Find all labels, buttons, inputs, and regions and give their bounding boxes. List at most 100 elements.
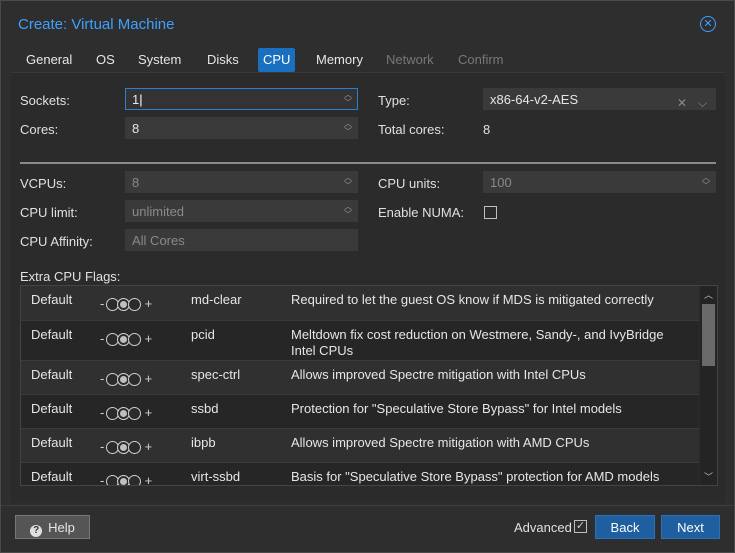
flag-description: Required to let the guest OS know if MDS… [291,292,654,307]
chevron-down-icon[interactable]: ⌵ [698,92,707,114]
next-button[interactable]: Next [661,515,720,539]
tab-general[interactable]: General [21,48,77,72]
cpu-units-spinner-icon[interactable]: ︿ ﹀ [701,174,711,190]
plus-label: + [144,371,153,386]
flag-state: Default [31,367,73,382]
on-radio-icon[interactable] [127,333,141,347]
on-radio-icon[interactable] [127,441,141,455]
close-icon[interactable]: ✕ [700,16,716,32]
cpu-units-value: 100 [490,175,512,190]
minus-label: - [100,296,105,311]
footer-divider [1,505,734,506]
flag-tristate[interactable]: - + [100,296,153,312]
table-row: Default - + virt-ssbd Basis for "Specula… [21,463,699,486]
on-radio-icon[interactable] [127,475,141,485]
table-row: Default - + pcid Meltdown fix cost reduc… [21,321,699,361]
cpu-flags-grid: Default - + md-clear Required to let the… [20,285,718,486]
cpu-affinity-label: CPU Affinity: [20,234,93,249]
tab-disks[interactable]: Disks [202,48,244,72]
minus-label: - [100,473,105,486]
scroll-down-icon[interactable]: ﹀ [704,470,713,483]
flag-state: Default [31,401,73,416]
flag-name: pcid [191,327,215,342]
flag-state: Default [31,469,73,484]
on-radio-icon[interactable] [127,298,141,312]
minus-label: - [100,371,105,386]
sockets-spinner-icon[interactable]: ︿ ﹀ [343,91,353,107]
table-row: Default - + spec-ctrl Allows improved Sp… [21,361,699,395]
vcpus-spinner-icon[interactable]: ︿ ﹀ [343,174,353,190]
cpu-limit-spinner-icon[interactable]: ︿ ﹀ [343,203,353,219]
help-label: Help [48,520,75,535]
numa-checkbox[interactable] [484,206,497,219]
cpu-type-select[interactable]: x86-64-v2-AES ✕ ⌵ [483,88,716,110]
numa-label: Enable NUMA: [378,205,464,220]
on-radio-icon[interactable] [127,373,141,387]
create-vm-dialog: Create: Virtual Machine ✕ General OS Sys… [0,0,735,553]
cores-spinner-icon[interactable]: ︿ ﹀ [343,120,353,136]
plus-label: + [144,473,153,486]
cores-label: Cores: [20,122,59,137]
flag-tristate[interactable]: - + [100,405,153,421]
back-button[interactable]: Back [595,515,655,539]
cpu-limit-input[interactable]: unlimited ︿ ﹀ [125,200,358,222]
cpu-affinity-input[interactable]: All Cores [125,229,358,251]
flag-tristate[interactable]: - + [100,473,153,486]
flag-description: Protection for "Speculative Store Bypass… [291,401,622,416]
tab-os[interactable]: OS [91,48,120,72]
cpu-affinity-placeholder: All Cores [132,233,185,248]
flag-description: Basis for "Speculative Store Bypass" pro… [291,469,660,484]
question-icon: ? [30,525,43,537]
cpu-units-input[interactable]: 100 ︿ ﹀ [483,171,716,193]
plus-label: + [144,331,153,346]
plus-label: + [144,296,153,311]
cpu-units-label: CPU units: [378,176,441,191]
cpu-type-value: x86-64-v2-AES [490,92,579,107]
cpu-limit-label: CPU limit: [20,205,78,220]
minus-label: - [100,331,105,346]
flag-description: Allows improved Spectre mitigation with … [291,435,590,450]
vcpus-value: 8 [132,175,140,190]
dialog-title: Create: Virtual Machine [18,16,175,33]
flag-tristate[interactable]: - + [100,439,153,455]
tab-cpu[interactable]: CPU [258,48,296,72]
advanced-divider [20,162,716,164]
dialog-titlebar[interactable]: Create: Virtual Machine ✕ [1,1,734,45]
clear-icon[interactable]: ✕ [677,92,687,114]
flag-description: Meltdown fix cost reduction on Westmere,… [291,327,664,358]
sockets-label: Sockets: [20,93,70,108]
flag-name: ssbd [191,401,219,416]
grid-scrollbar[interactable]: ︿ ﹀ [700,286,717,485]
tab-confirm: Confirm [458,52,504,67]
table-row: Default - + ibpb Allows improved Spectre… [21,429,699,463]
flag-name: virt-ssbd [191,469,241,484]
sockets-input[interactable]: 1| ︿ ﹀ [125,88,358,110]
minus-label: - [100,439,105,454]
flag-name: spec-ctrl [191,367,241,382]
type-label: Type: [378,93,410,108]
scroll-up-icon[interactable]: ︿ [704,288,713,301]
cores-input[interactable]: 8 ︿ ﹀ [125,117,358,139]
tab-system[interactable]: System [133,48,186,72]
extra-cpu-flags-label: Extra CPU Flags: [20,269,121,284]
cores-value: 8 [132,121,140,136]
flag-tristate[interactable]: - + [100,371,153,387]
flag-state: Default [31,292,73,307]
plus-label: + [144,439,153,454]
total-cores-label: Total cores: [378,122,445,137]
scroll-thumb[interactable] [702,304,715,366]
advanced-label: Advanced [514,520,572,535]
flag-name: ibpb [191,435,216,450]
advanced-checkbox[interactable]: ✓ [574,520,587,533]
total-cores-value: 8 [483,122,491,137]
vcpus-input[interactable]: 8 ︿ ﹀ [125,171,358,193]
tab-memory[interactable]: Memory [311,48,368,72]
flag-tristate[interactable]: - + [100,331,153,347]
flag-description: Allows improved Spectre mitigation with … [291,367,586,382]
flag-state: Default [31,435,73,450]
table-row: Default - + ssbd Protection for "Specula… [21,395,699,429]
help-button[interactable]: ? Help [15,515,90,539]
on-radio-icon[interactable] [127,407,141,421]
plus-label: + [144,405,153,420]
tab-network: Network [386,52,434,67]
